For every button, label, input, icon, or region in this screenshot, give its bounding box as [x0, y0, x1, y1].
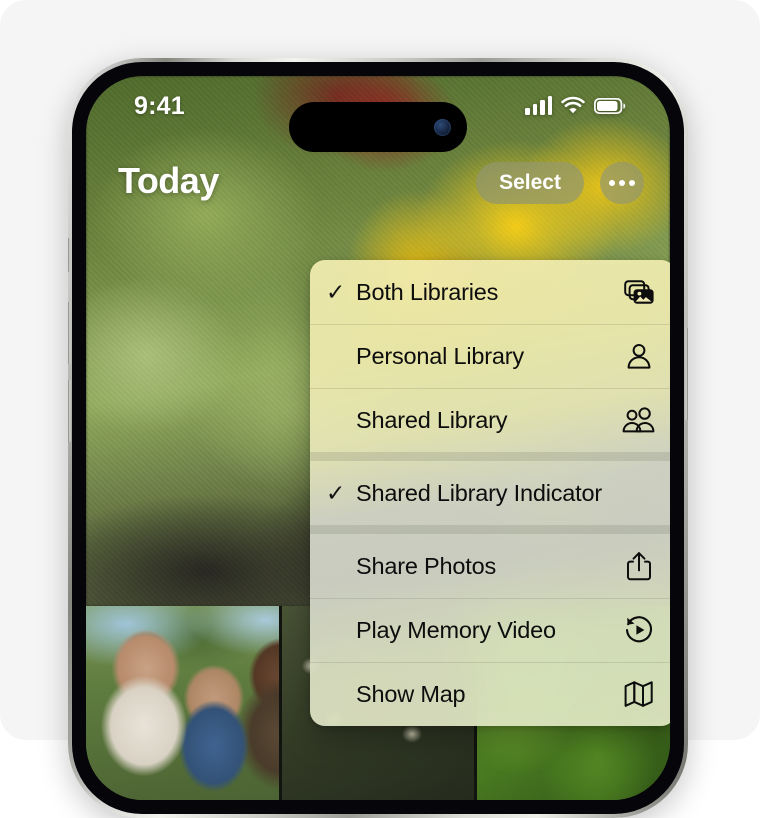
- cellular-bars-icon: [525, 96, 552, 115]
- iphone-device-frame: 9:41 Today Select ✓ Both Libraries Perso…: [68, 58, 688, 818]
- checkmark-icon: ✓: [326, 479, 346, 506]
- menu-item-label: Share Photos: [356, 552, 496, 579]
- photo-stack-icon: [622, 277, 656, 307]
- menu-item-show-map[interactable]: Show Map: [310, 662, 670, 726]
- menu-group-library-scope: ✓ Both Libraries Personal Library Shared…: [310, 260, 670, 452]
- menu-group-separator: [310, 525, 670, 534]
- share-icon: [622, 551, 656, 581]
- memory-video-icon: [622, 615, 656, 645]
- ellipsis-icon-dot: [619, 180, 625, 186]
- silent-switch-button[interactable]: [68, 238, 71, 272]
- person-icon: [622, 341, 656, 371]
- menu-item-label: Both Libraries: [356, 278, 499, 305]
- menu-item-label: Personal Library: [356, 342, 524, 369]
- menu-item-label: Shared Library: [356, 406, 508, 433]
- two-people-icon: [622, 405, 656, 435]
- select-button[interactable]: Select: [476, 162, 584, 204]
- dynamic-island[interactable]: [289, 102, 467, 152]
- menu-item-shared-library[interactable]: Shared Library: [310, 388, 670, 452]
- page-title: Today: [118, 160, 219, 201]
- status-bar-indicators: [525, 96, 626, 115]
- menu-item-label: Shared Library Indicator: [356, 479, 603, 506]
- library-context-menu: ✓ Both Libraries Personal Library Shared…: [310, 260, 670, 726]
- front-camera-icon: [434, 118, 451, 136]
- navigation-bar: Today Select: [86, 154, 670, 214]
- menu-item-label: Play Memory Video: [356, 616, 556, 643]
- map-icon: [622, 679, 656, 709]
- menu-group-separator: [310, 452, 670, 461]
- checkmark-icon: ✓: [326, 278, 346, 305]
- status-bar-clock: 9:41: [134, 92, 185, 120]
- menu-item-label: Show Map: [356, 680, 466, 707]
- menu-item-shared-library-indicator[interactable]: ✓ Shared Library Indicator: [310, 461, 670, 525]
- volume-up-button[interactable]: [68, 302, 71, 364]
- photo-thumbnail-people[interactable]: [86, 606, 279, 800]
- wifi-icon: [561, 96, 585, 114]
- power-button[interactable]: [685, 328, 688, 420]
- ellipsis-icon-dot: [629, 180, 635, 186]
- ellipsis-icon-dot: [609, 180, 615, 186]
- battery-icon: [594, 97, 626, 114]
- menu-item-share-photos[interactable]: Share Photos: [310, 534, 670, 598]
- status-bar: 9:41: [86, 76, 670, 152]
- menu-item-personal-library[interactable]: Personal Library: [310, 324, 670, 388]
- phone-screen: 9:41 Today Select ✓ Both Libraries Perso…: [86, 76, 670, 800]
- menu-item-play-memory-video[interactable]: Play Memory Video: [310, 598, 670, 662]
- volume-down-button[interactable]: [68, 380, 71, 442]
- menu-group-actions: Share Photos Play Memory Video Show Map: [310, 534, 670, 726]
- menu-group-indicator-toggle: ✓ Shared Library Indicator: [310, 461, 670, 525]
- menu-item-no-icon: [622, 478, 656, 508]
- menu-item-both-libraries[interactable]: ✓ Both Libraries: [310, 260, 670, 324]
- more-options-button[interactable]: [600, 162, 644, 204]
